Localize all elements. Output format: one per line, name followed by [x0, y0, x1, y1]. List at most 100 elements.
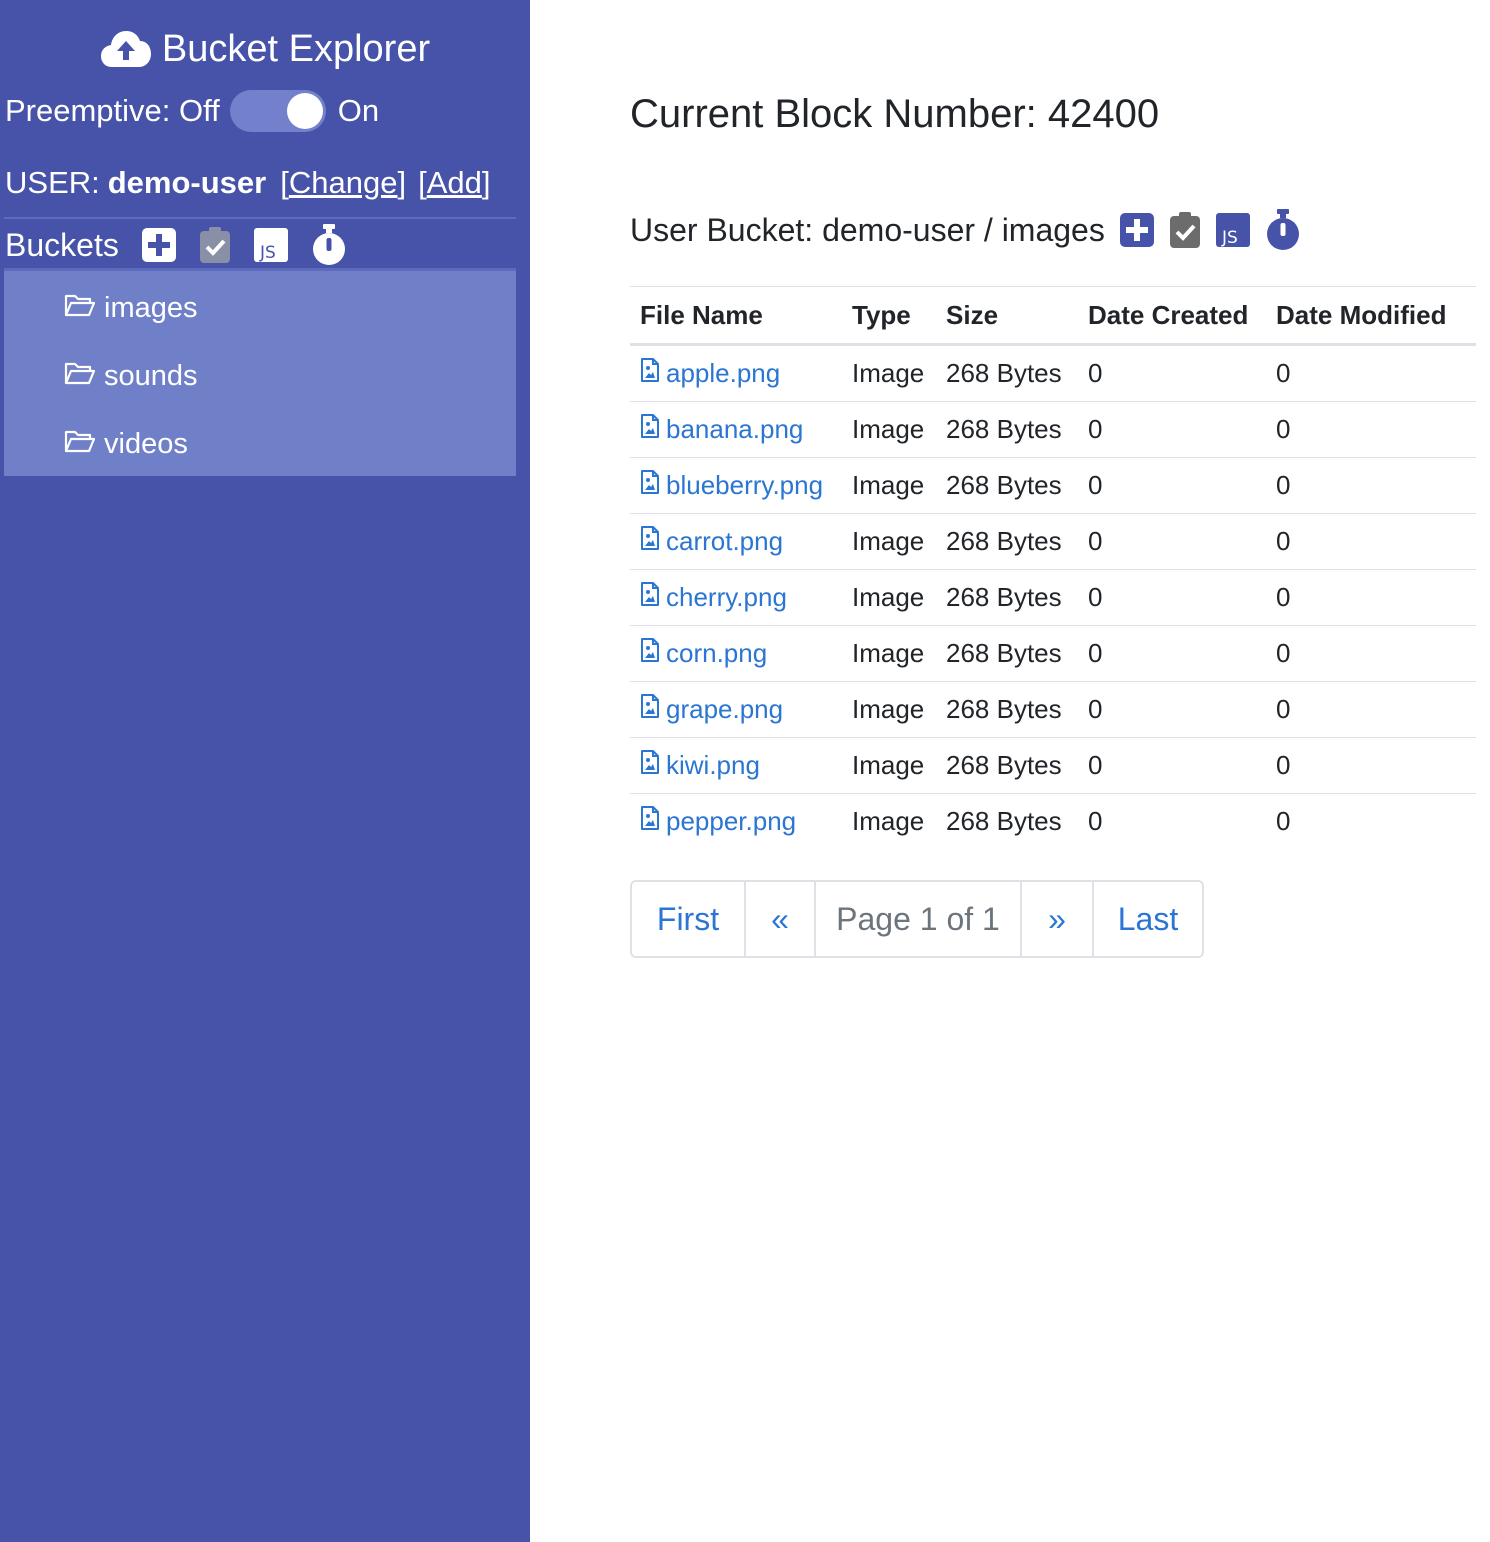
- column-header-date-created[interactable]: Date Created: [1078, 286, 1266, 346]
- change-user-group: [Change]: [280, 165, 407, 200]
- cell-date-created: 0: [1078, 457, 1266, 514]
- cell-date-modified: 0: [1266, 457, 1477, 514]
- cell-file-name: banana.png: [630, 401, 842, 458]
- folder-open-icon: [64, 428, 96, 461]
- bucket-name: images: [104, 291, 198, 324]
- cell-type: Image: [842, 737, 936, 794]
- file-link[interactable]: kiwi.png: [640, 750, 760, 781]
- cell-type: Image: [852, 806, 925, 836]
- cell-file-name: kiwi.png: [630, 737, 842, 794]
- file-image-icon: [640, 414, 660, 445]
- file-image-icon: [640, 358, 660, 389]
- svg-text:JS: JS: [1221, 228, 1238, 248]
- column-header-type[interactable]: Type: [842, 286, 936, 346]
- cell-type: Image: [842, 344, 936, 402]
- stopwatch-icon[interactable]: [311, 224, 347, 266]
- table-row[interactable]: pepper.png Image 268 Bytes 0 0: [630, 794, 1476, 850]
- cell-size: 268 Bytes: [936, 457, 1078, 514]
- table-row[interactable]: apple.png Image 268 Bytes 0 0: [630, 344, 1477, 402]
- files-table: File Name Type Size Date Created Date Mo…: [630, 286, 1477, 850]
- buckets-label: Buckets: [5, 226, 119, 263]
- table-row[interactable]: blueberry.png Image 268 Bytes 0 0: [630, 457, 1477, 514]
- file-link[interactable]: pepper.png: [640, 806, 796, 837]
- bucket-heading: User Bucket: demo-user / images JS: [630, 206, 1301, 254]
- file-link[interactable]: cherry.png: [640, 582, 787, 613]
- cell-file-name: grape.png: [630, 681, 842, 738]
- app-brand[interactable]: Bucket Explorer: [0, 26, 530, 72]
- app-title: Bucket Explorer: [161, 27, 431, 70]
- add-user-link[interactable]: Add: [427, 165, 482, 200]
- bucket-heading-text: User Bucket: demo-user / images: [630, 211, 1105, 248]
- file-name: blueberry.png: [666, 470, 824, 500]
- cell-file-name: carrot.png: [630, 513, 842, 570]
- next-page-button[interactable]: »: [1022, 882, 1094, 956]
- cell-file-name: pepper.png: [630, 794, 842, 850]
- bucket-item-images[interactable]: images: [64, 288, 198, 328]
- file-link[interactable]: apple.png: [640, 358, 780, 389]
- cell-type: Image: [842, 569, 936, 626]
- cell-date-modified: 0: [1266, 625, 1477, 682]
- cell-date-created: 0: [1078, 569, 1266, 626]
- column-header-date-modified[interactable]: Date Modified: [1266, 286, 1477, 346]
- cell-date-modified: 0: [1266, 569, 1477, 626]
- cell-file-name: corn.png: [630, 625, 842, 682]
- file-name: corn.png: [666, 638, 768, 668]
- table-row[interactable]: cherry.png Image 268 Bytes 0 0: [630, 569, 1477, 626]
- bucket-name: sounds: [104, 359, 198, 392]
- table-row[interactable]: kiwi.png Image 268 Bytes 0 0: [630, 737, 1477, 794]
- bucket-item-videos[interactable]: videos: [64, 424, 188, 464]
- file-link[interactable]: banana.png: [640, 414, 803, 445]
- cell-date-modified: 0: [1266, 513, 1477, 570]
- folder-open-icon: [64, 360, 96, 393]
- cell-date-created: 0: [1088, 806, 1103, 836]
- preemptive-toggle[interactable]: [229, 90, 326, 132]
- change-user-link[interactable]: Change: [289, 165, 398, 200]
- plus-square-icon[interactable]: [141, 227, 177, 263]
- table-row[interactable]: banana.png Image 268 Bytes 0 0: [630, 401, 1477, 458]
- bucket-list: images sounds videos: [4, 271, 516, 476]
- cell-size: 268 Bytes: [936, 737, 1078, 794]
- file-image-icon: [640, 470, 660, 501]
- cell-date-created: 0: [1078, 625, 1266, 682]
- file-name: apple.png: [666, 358, 781, 388]
- cell-file-name: cherry.png: [630, 569, 842, 626]
- file-link[interactable]: blueberry.png: [640, 470, 823, 501]
- plus-square-icon[interactable]: [1119, 212, 1155, 248]
- file-name: banana.png: [666, 414, 804, 444]
- prev-page-button[interactable]: «: [746, 882, 816, 956]
- user-row: USER: demo-user [Change] [Add]: [5, 160, 491, 206]
- table-row[interactable]: corn.png Image 268 Bytes 0 0: [630, 625, 1477, 682]
- table-row[interactable]: carrot.png Image 268 Bytes 0 0: [630, 513, 1477, 570]
- column-header-file-name[interactable]: File Name: [630, 286, 842, 346]
- cell-type: Image: [842, 681, 936, 738]
- bucket-item-sounds[interactable]: sounds: [64, 356, 198, 396]
- column-header-size[interactable]: Size: [936, 286, 1078, 346]
- stopwatch-icon[interactable]: [1265, 209, 1301, 251]
- cell-size: 268 Bytes: [936, 344, 1078, 402]
- last-page-button[interactable]: Last: [1094, 882, 1202, 956]
- username: demo-user: [107, 165, 267, 200]
- pagination: First « Page 1 of 1 » Last: [630, 880, 1204, 958]
- table-body: apple.png Image 268 Bytes 0 0 banana.png Image…: [630, 344, 1477, 850]
- cell-file-name: blueberry.png: [630, 457, 842, 514]
- cell-type: Image: [842, 625, 936, 682]
- preemptive-on-label: On: [337, 93, 380, 128]
- first-page-button[interactable]: First: [632, 882, 746, 956]
- clipboard-check-icon[interactable]: [199, 226, 231, 264]
- cell-size: 268 Bytes: [936, 625, 1078, 682]
- file-image-icon: [640, 526, 660, 557]
- sidebar: Bucket Explorer Preemptive: Off On USER:…: [0, 0, 530, 1542]
- cell-date-modified: 0: [1276, 806, 1291, 836]
- table-row[interactable]: grape.png Image 268 Bytes 0 0: [630, 681, 1477, 738]
- clipboard-check-icon[interactable]: [1169, 211, 1201, 249]
- file-link[interactable]: carrot.png: [640, 526, 783, 557]
- cell-file-name: apple.png: [630, 344, 842, 402]
- file-name: cherry.png: [666, 582, 787, 612]
- js-icon[interactable]: JS: [1215, 212, 1251, 248]
- js-icon[interactable]: JS: [253, 227, 289, 263]
- file-link[interactable]: corn.png: [640, 638, 767, 669]
- file-link[interactable]: grape.png: [640, 694, 783, 725]
- buckets-toolbar: Buckets JS: [5, 222, 369, 268]
- file-image-icon: [640, 694, 660, 725]
- cell-size: 268 Bytes: [936, 681, 1078, 738]
